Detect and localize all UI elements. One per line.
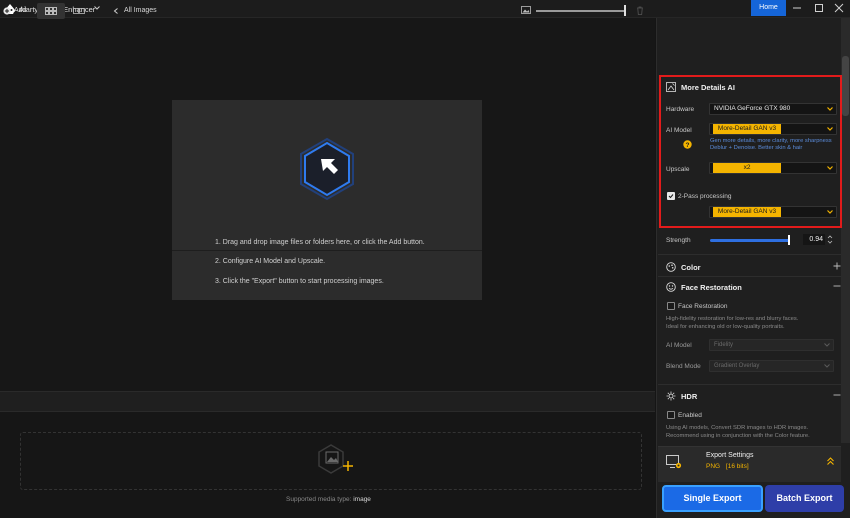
single-export-button[interactable]: Single Export bbox=[662, 485, 763, 512]
chevron-down-icon[interactable] bbox=[826, 208, 834, 216]
chevron-down-icon[interactable] bbox=[826, 105, 834, 113]
ai-model-hint-1: Gen more details, more clarity, more sha… bbox=[710, 138, 832, 144]
image-list-toolbar bbox=[0, 391, 655, 412]
plus-circle-icon bbox=[3, 7, 11, 15]
close-icon[interactable] bbox=[832, 2, 846, 14]
face-ai-model-select[interactable]: Fidelity bbox=[709, 339, 834, 351]
enhance-image-icon bbox=[666, 82, 676, 92]
supported-media-type-label: Supported media type: bbox=[286, 496, 352, 503]
blend-mode-select[interactable]: Gradient Overlay bbox=[709, 360, 834, 372]
batch-export-button[interactable]: Batch Export bbox=[765, 485, 844, 512]
home-button[interactable]: Home bbox=[751, 0, 786, 16]
collapse-minus-icon[interactable] bbox=[833, 391, 841, 399]
chevron-down-icon[interactable] bbox=[823, 341, 831, 349]
blend-mode-label: Blend Mode bbox=[666, 363, 701, 370]
export-format: PNG [16 bits] bbox=[706, 463, 749, 470]
upscale-label: Upscale bbox=[666, 166, 690, 173]
instruction-step-3: 3. Click the "Export" button to start pr… bbox=[215, 278, 384, 285]
face-ai-model-value: Fidelity bbox=[714, 342, 734, 348]
supported-media-type: Supported media type: image bbox=[286, 496, 371, 503]
strength-value-input[interactable]: 0.94 bbox=[803, 234, 825, 245]
ai-model-hint-2: Deblur + Denoise. Better skin & hair bbox=[710, 145, 803, 151]
color-section-title[interactable]: Color bbox=[681, 263, 701, 272]
trash-icon[interactable] bbox=[636, 6, 644, 15]
expand-plus-icon[interactable] bbox=[833, 262, 841, 270]
ai-model-select[interactable]: More-Detail GAN v3 bbox=[709, 123, 837, 135]
hardware-select[interactable]: NVIDIA GeForce GTX 980 bbox=[709, 103, 837, 115]
help-icon[interactable]: ? bbox=[683, 140, 692, 149]
hardware-value: NVIDIA GeForce GTX 980 bbox=[714, 105, 791, 112]
export-settings-icon bbox=[666, 455, 682, 469]
section-divider bbox=[658, 384, 841, 385]
minimize-icon[interactable] bbox=[790, 2, 804, 14]
face-restoration-title[interactable]: Face Restoration bbox=[681, 283, 742, 292]
chevron-down-icon[interactable] bbox=[823, 362, 831, 370]
chevron-down-icon[interactable] bbox=[826, 164, 834, 172]
instruction-step-1: 1. Drag and drop image files or folders … bbox=[215, 239, 425, 246]
two-pass-model-chip: More-Detail GAN v3 bbox=[713, 207, 781, 217]
blend-mode-value: Gradient Overlay bbox=[714, 363, 760, 369]
thumbnail-size-slider[interactable] bbox=[536, 10, 626, 12]
hdr-desc-1: Using AI models, Convert SDR images to H… bbox=[666, 425, 809, 431]
export-bit-depth: [16 bits] bbox=[725, 463, 749, 470]
add-button-label[interactable]: Add bbox=[14, 7, 26, 14]
filmstrip-icon bbox=[73, 8, 85, 14]
filmstrip-view-button[interactable] bbox=[66, 3, 94, 19]
drop-zone-divider bbox=[172, 250, 482, 251]
hdr-icon bbox=[666, 391, 676, 401]
checkmark-icon bbox=[668, 194, 674, 199]
settings-scrollbar-thumb[interactable] bbox=[842, 56, 849, 116]
upscale-chip: x2 bbox=[713, 163, 781, 173]
color-palette-icon bbox=[666, 262, 676, 272]
two-pass-label[interactable]: 2-Pass processing bbox=[678, 193, 731, 200]
strength-label: Strength bbox=[666, 237, 691, 244]
two-pass-checkbox[interactable] bbox=[667, 192, 675, 200]
grid-view-button[interactable] bbox=[37, 3, 65, 19]
maximize-icon[interactable] bbox=[812, 2, 826, 14]
all-images-label[interactable]: All Images bbox=[124, 7, 157, 14]
thumbnail-size-handle[interactable] bbox=[624, 5, 626, 16]
export-settings-label[interactable]: Export Settings bbox=[706, 452, 753, 459]
double-chevron-up-icon[interactable] bbox=[826, 456, 835, 466]
add-image-icon[interactable] bbox=[315, 443, 355, 475]
hdr-desc-2: Recommend using in conjunction with the … bbox=[666, 433, 810, 439]
section-divider bbox=[658, 276, 841, 277]
ai-model-label: AI Model bbox=[666, 127, 692, 134]
arrow-left-icon[interactable] bbox=[112, 7, 120, 15]
face-restoration-desc-1: High-fidelity restoration for low-res an… bbox=[666, 316, 799, 322]
face-restoration-desc-2: Ideal for enhancing old or low-quality p… bbox=[666, 324, 785, 330]
strength-slider[interactable] bbox=[710, 239, 790, 242]
hdr-title[interactable]: HDR bbox=[681, 392, 697, 401]
collapse-minus-icon[interactable] bbox=[833, 282, 841, 290]
more-details-ai-title: More Details AI bbox=[681, 83, 735, 92]
strength-slider-handle[interactable] bbox=[788, 235, 790, 245]
grid-icon bbox=[45, 7, 57, 15]
face-ai-model-label: AI Model bbox=[666, 342, 692, 349]
hdr-enabled-label[interactable]: Enabled bbox=[678, 412, 702, 419]
section-divider bbox=[658, 254, 841, 255]
two-pass-model-select[interactable]: More-Detail GAN v3 bbox=[709, 206, 837, 218]
chevron-down-icon[interactable] bbox=[826, 125, 834, 133]
svg-text:?: ? bbox=[686, 142, 690, 149]
hdr-enabled-checkbox[interactable] bbox=[667, 411, 675, 419]
face-icon bbox=[666, 282, 676, 292]
stepper-arrows-icon[interactable] bbox=[827, 234, 833, 245]
face-restoration-checkbox[interactable] bbox=[667, 302, 675, 310]
face-restoration-checkbox-label[interactable]: Face Restoration bbox=[678, 303, 728, 310]
instruction-step-2: 2. Configure AI Model and Upscale. bbox=[215, 258, 326, 265]
add-images-hex-icon[interactable] bbox=[297, 137, 357, 201]
export-format-value: PNG bbox=[706, 463, 721, 470]
ai-model-chip: More-Detail GAN v3 bbox=[713, 124, 781, 134]
hardware-label: Hardware bbox=[666, 106, 695, 113]
supported-media-type-value: image bbox=[353, 496, 371, 503]
thumbnail-size-icon bbox=[521, 6, 531, 14]
upscale-select[interactable]: x2 bbox=[709, 162, 837, 174]
chevron-down-icon[interactable] bbox=[93, 4, 101, 12]
